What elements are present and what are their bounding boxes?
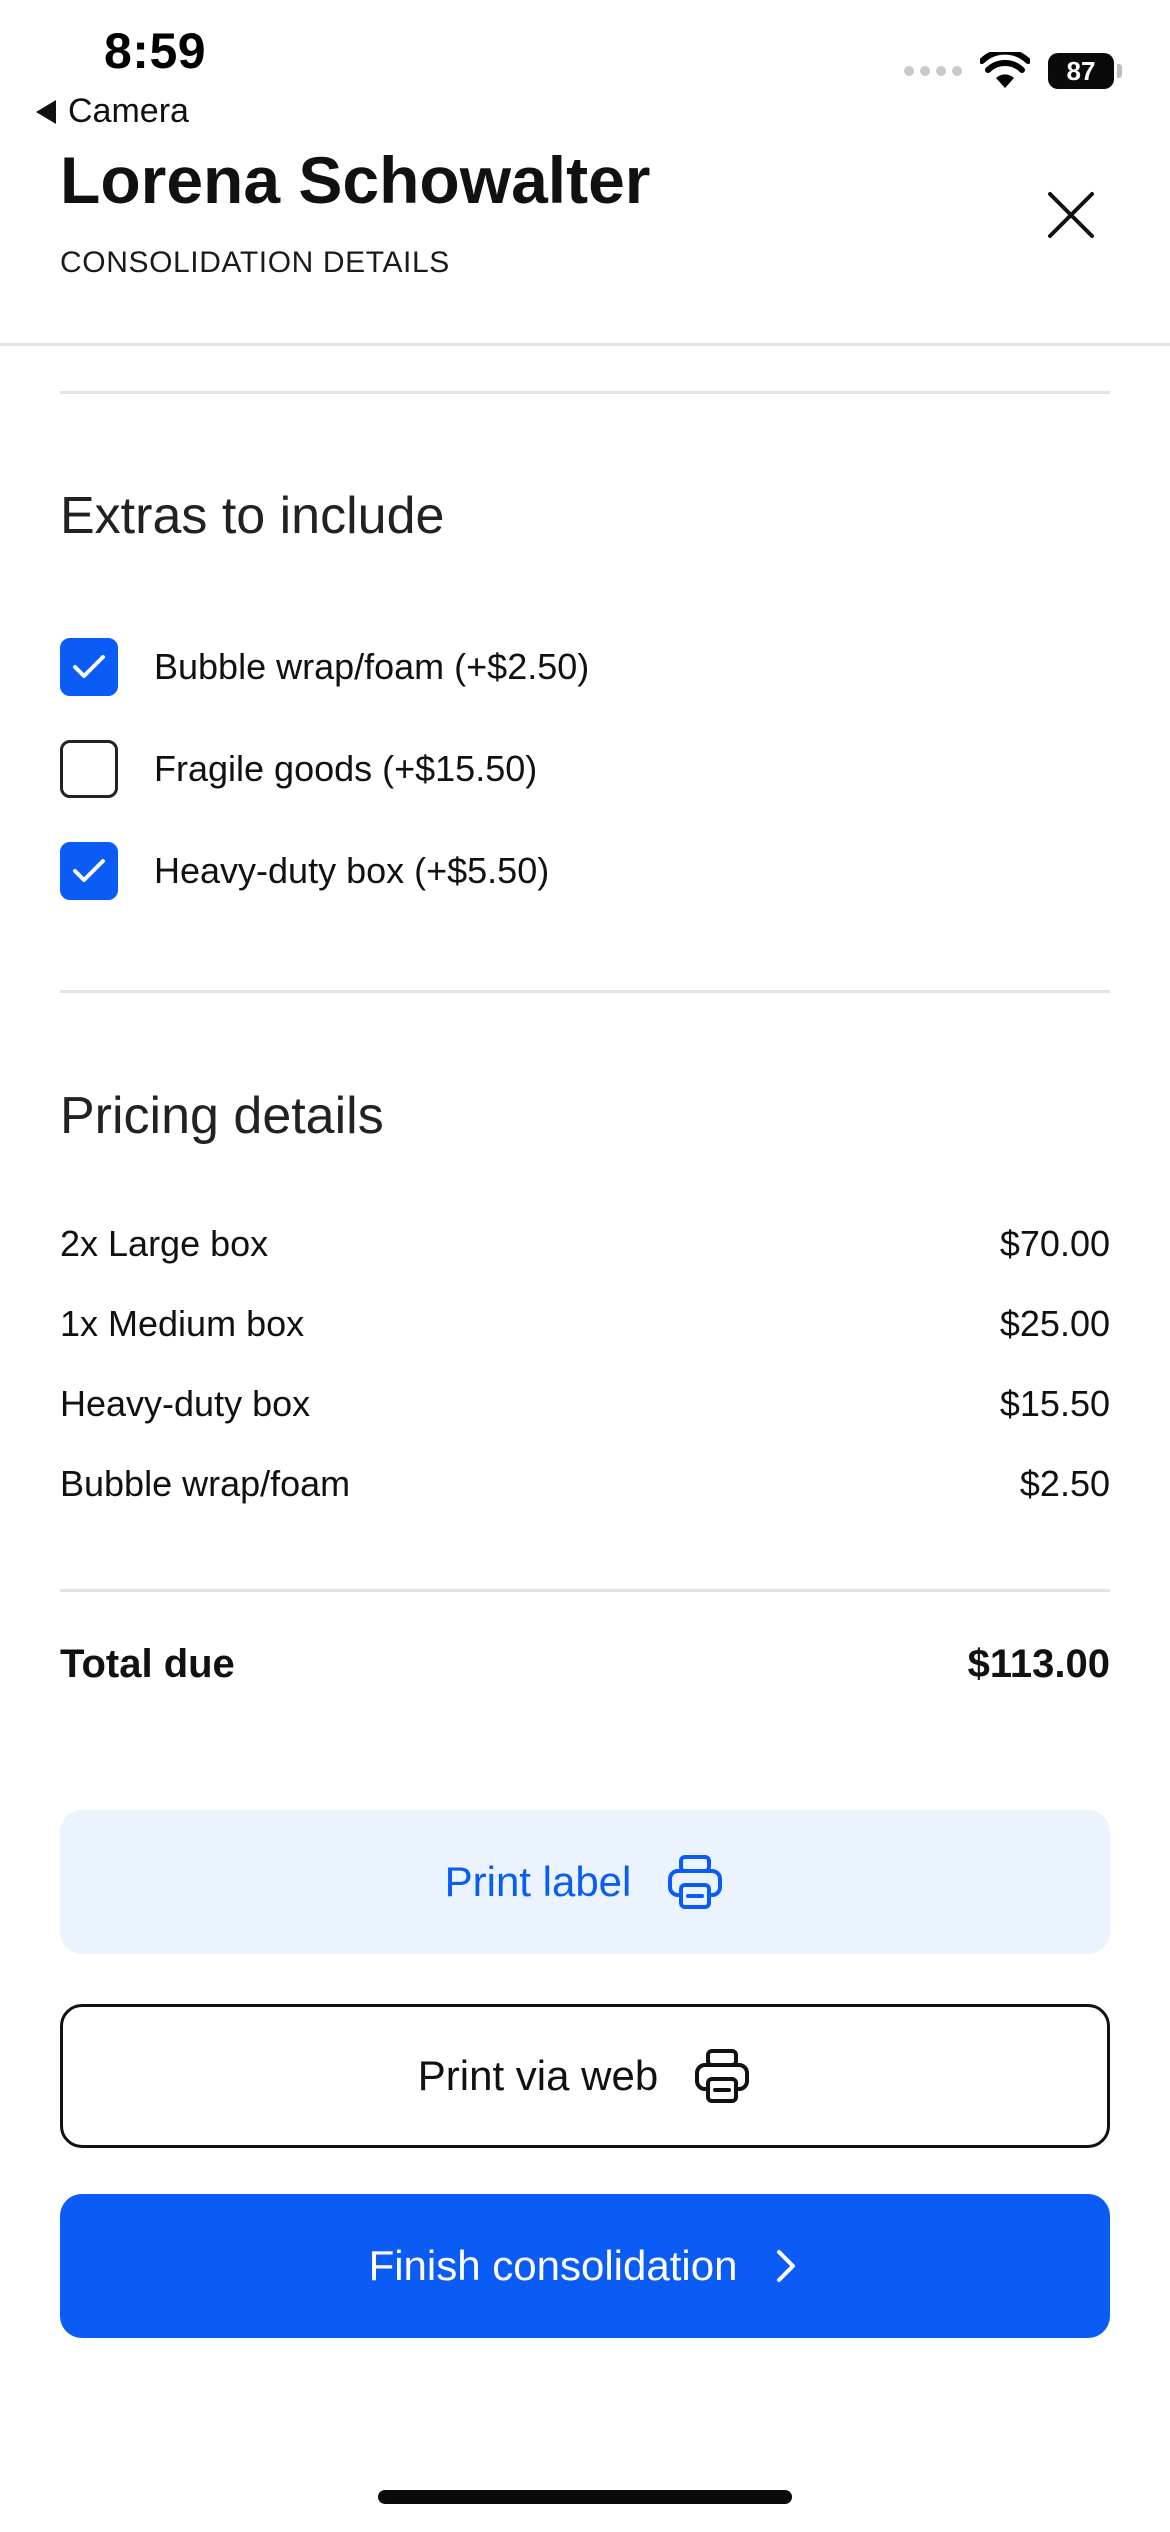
- extra-option-label: Heavy-duty box (+$5.50): [154, 850, 550, 891]
- checkbox-checked[interactable]: [60, 842, 118, 900]
- wifi-icon: [980, 52, 1030, 88]
- extra-option-label: Bubble wrap/foam (+$2.50): [154, 646, 590, 687]
- close-button[interactable]: [1036, 180, 1106, 250]
- extras-section-title: Extras to include: [60, 487, 445, 545]
- battery-level: 87: [1066, 55, 1096, 86]
- pricing-section-title: Pricing details: [60, 1087, 384, 1145]
- extra-option-label: Fragile goods (+$15.50): [154, 748, 538, 789]
- finish-consolidation-button-label: Finish consolidation: [368, 2242, 738, 2289]
- price-row-amount: $2.50: [1019, 1463, 1110, 1504]
- price-row-label: 1x Medium box: [60, 1303, 305, 1344]
- checkbox-unchecked[interactable]: [60, 740, 118, 798]
- price-row-amount: $25.00: [999, 1303, 1110, 1344]
- back-triangle-icon: [36, 99, 56, 124]
- total-due-row: Total due $113.00: [60, 1642, 1110, 1687]
- price-row-label: 2x Large box: [60, 1223, 269, 1264]
- extra-option-fragile-goods[interactable]: Fragile goods (+$15.50): [60, 740, 537, 798]
- close-icon: [1048, 192, 1094, 238]
- extra-option-bubble-wrap[interactable]: Bubble wrap/foam (+$2.50): [60, 638, 589, 696]
- checkmark-icon: [73, 655, 105, 678]
- price-row: Heavy-duty box $15.50: [60, 1383, 1110, 1425]
- total-due-label: Total due: [60, 1642, 235, 1686]
- page-title: Lorena Schowalter: [60, 143, 651, 217]
- print-via-web-button[interactable]: Print via web: [60, 2004, 1110, 2148]
- price-row-label: Heavy-duty box: [60, 1383, 311, 1424]
- price-row-amount: $15.50: [999, 1383, 1110, 1424]
- print-label-button-label: Print label: [444, 1858, 632, 1905]
- print-via-web-button-label: Print via web: [417, 2052, 659, 2099]
- checkbox-checked[interactable]: [60, 638, 118, 696]
- section-divider: [60, 391, 1110, 394]
- printer-icon: [695, 2049, 750, 2103]
- price-row: 1x Medium box $25.00: [60, 1303, 1110, 1345]
- section-divider: [60, 990, 1110, 993]
- battery-icon: 87: [1048, 53, 1122, 89]
- home-indicator[interactable]: [378, 2490, 792, 2504]
- print-label-button[interactable]: Print label: [60, 1810, 1110, 1954]
- finish-consolidation-button[interactable]: Finish consolidation: [60, 2194, 1110, 2338]
- checkmark-icon: [73, 859, 105, 882]
- status-time: 8:59: [104, 23, 207, 79]
- header-divider: [0, 343, 1170, 346]
- cellular-signal-icon: [904, 66, 962, 76]
- status-icons: 87: [904, 52, 1122, 90]
- section-divider: [60, 1589, 1110, 1592]
- total-due-amount: $113.00: [967, 1642, 1110, 1686]
- price-row: Bubble wrap/foam $2.50: [60, 1463, 1110, 1505]
- printer-icon: [668, 1855, 723, 1909]
- price-row-amount: $70.00: [999, 1223, 1110, 1264]
- chevron-right-icon: [777, 2250, 796, 2282]
- extra-option-heavy-duty-box[interactable]: Heavy-duty box (+$5.50): [60, 842, 549, 900]
- back-label: Camera: [68, 92, 189, 130]
- price-row-label: Bubble wrap/foam: [60, 1463, 351, 1504]
- back-to-camera-link[interactable]: Camera: [36, 92, 189, 131]
- price-row: 2x Large box $70.00: [60, 1223, 1110, 1265]
- page-subtitle: CONSOLIDATION DETAILS: [60, 246, 450, 279]
